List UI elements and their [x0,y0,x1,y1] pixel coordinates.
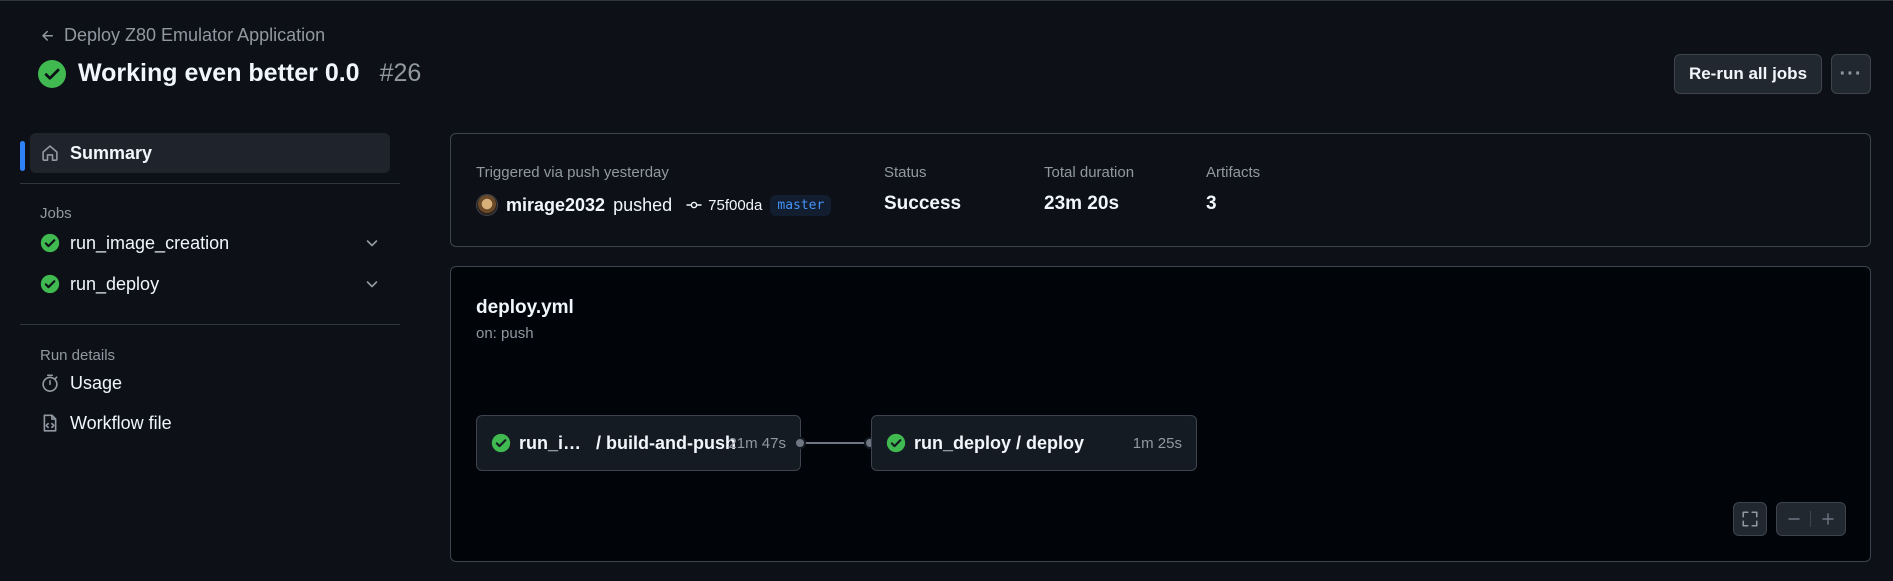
home-icon [42,145,58,161]
job-node-build-and-push[interactable]: run_i… / build-and-push 21m 47s [476,415,801,471]
plus-icon [1822,513,1834,525]
job-node-deploy[interactable]: run_deploy / deploy 1m 25s [871,415,1197,471]
duration-value: 23m 20s [1044,193,1120,214]
run-title-text: Working even better 0.0 [78,59,360,87]
sidebar-item-job-run-image-creation[interactable]: run_image_creation [40,226,400,260]
divider [20,324,400,325]
check-circle-fill-icon [38,59,66,88]
zoom-controls [1776,502,1846,536]
check-circle-fill-icon [886,433,906,453]
workflow-file-name: deploy.yml [476,297,574,318]
edge-start-dot [794,437,806,449]
run-summary-card: Triggered via push yesterday mirage2032 … [450,133,1871,247]
sidebar-item-label: run_image_creation [70,232,230,253]
back-link-label: Deploy Z80 Emulator Application [64,25,326,45]
branch-badge[interactable]: master [770,194,832,216]
fullscreen-icon [1742,511,1758,527]
artifacts-value[interactable]: 3 [1206,193,1217,215]
trigger-label: Triggered via push yesterday [476,164,669,181]
sidebar-item-usage[interactable]: Usage [40,366,400,400]
status-value: Success [884,193,962,214]
job-node-name: run_deploy / deploy [914,432,1085,453]
git-commit-icon [686,201,702,209]
actor-link[interactable]: mirage2032 [506,195,605,216]
artifacts-label: Artifacts [1206,164,1261,181]
sidebar-item-label: Usage [70,372,123,393]
check-circle-fill-icon [40,274,60,294]
sidebar-item-label: Workflow file [70,412,172,433]
file-code-icon [43,414,57,432]
action-text: pushed [613,194,673,215]
stopwatch-icon [42,374,58,392]
check-circle-fill-icon [491,433,511,453]
sidebar-item-label: Summary [70,142,153,163]
sidebar-item-workflow-file[interactable]: Workflow file [40,406,400,440]
active-indicator [20,141,25,171]
run-details-heading: Run details [40,347,116,364]
arrow-left-icon [42,30,53,41]
status-label: Status [884,164,927,181]
run-title: Working even better 0.0 #26 [38,59,421,88]
zoom-in-button[interactable] [1811,511,1845,527]
jobs-heading: Jobs [40,205,72,222]
zoom-out-button[interactable] [1777,511,1811,527]
avatar[interactable] [476,194,498,216]
check-circle-fill-icon [40,233,60,253]
workflow-graph-card: deploy.yml on: push run_i… / build-and-p… [450,266,1871,562]
fullscreen-button[interactable] [1733,502,1767,536]
run-number: #26 [379,59,422,87]
sidebar-item-label: run_deploy [70,273,160,294]
kebab-menu-button[interactable]: ··· [1831,54,1871,94]
chevron-down-icon[interactable] [364,235,380,251]
job-node-duration: 1m 25s [1132,434,1182,452]
workflow-run-page: Deploy Z80 Emulator Application Working … [0,0,1893,581]
back-to-workflow-link[interactable]: Deploy Z80 Emulator Application [40,25,325,46]
chevron-down-icon[interactable] [364,276,380,292]
sidebar-item-summary[interactable]: Summary [30,133,390,173]
commit-sha: 75f00da [708,196,763,214]
divider [20,183,400,184]
rerun-all-jobs-button[interactable]: Re-run all jobs [1674,54,1822,94]
sidebar-item-job-run-deploy[interactable]: run_deploy [40,267,400,301]
trigger-details: mirage2032 pushed 75f00da master [476,194,832,216]
job-node-duration: 21m 47s [728,434,786,452]
workflow-trigger: on: push [476,325,534,342]
commit-link[interactable]: 75f00da [686,197,762,214]
minus-icon [1787,518,1800,520]
duration-label: Total duration [1044,164,1135,181]
job-node-name: run_i… / build-and-push [519,432,736,453]
